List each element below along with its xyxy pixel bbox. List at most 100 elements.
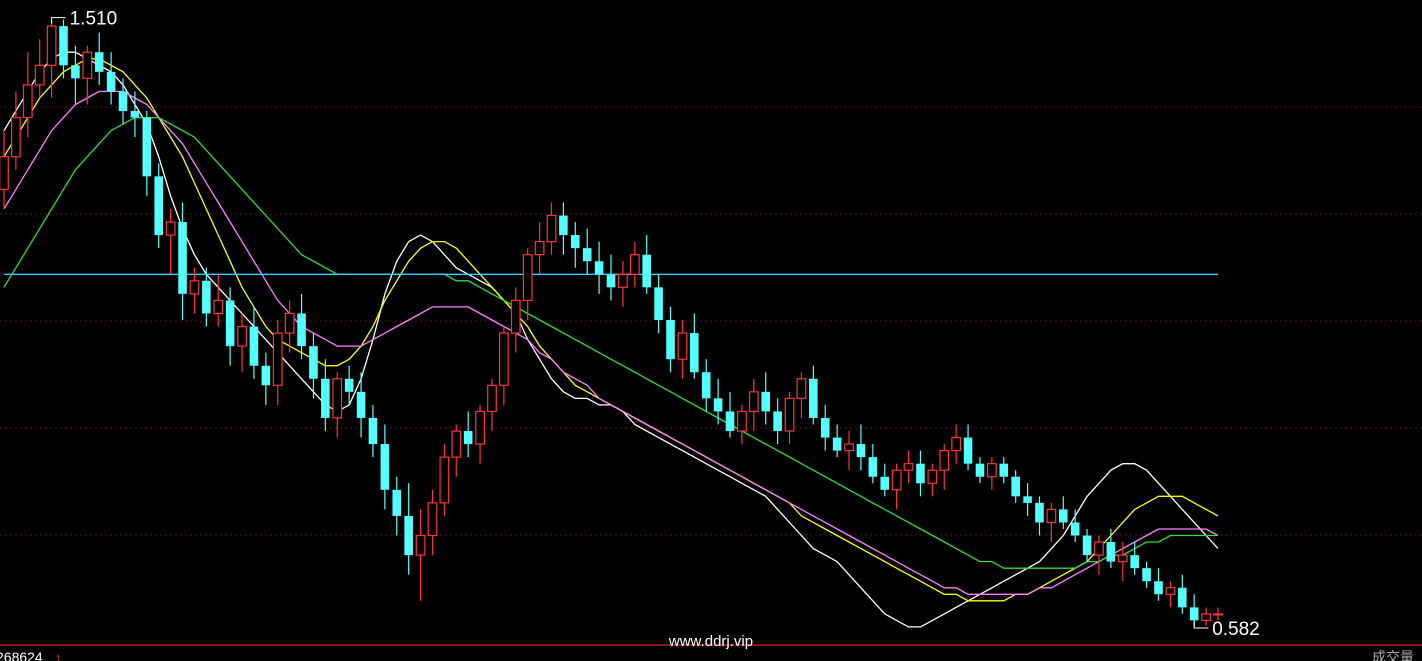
candle xyxy=(1046,502,1057,543)
candle xyxy=(11,91,21,170)
candle xyxy=(690,313,699,379)
candle-body xyxy=(178,222,187,294)
candle-body xyxy=(725,411,735,432)
candle xyxy=(487,378,497,432)
candle xyxy=(1035,496,1044,536)
moving-average-line-4 xyxy=(3,116,1218,569)
candle xyxy=(927,463,938,497)
candle xyxy=(427,489,438,556)
candle xyxy=(809,365,818,425)
candle-body xyxy=(368,417,378,445)
moving-average-lines xyxy=(3,51,1219,628)
candle xyxy=(975,457,985,484)
candle xyxy=(46,19,57,98)
candle xyxy=(654,274,663,334)
candle-body xyxy=(963,437,973,464)
candle-body xyxy=(130,111,140,118)
candle xyxy=(629,241,640,288)
candle-body xyxy=(677,332,688,360)
candle-body xyxy=(463,431,473,445)
candle xyxy=(571,222,580,268)
candle-body xyxy=(284,312,295,334)
candle-body xyxy=(0,156,9,190)
candle-body xyxy=(321,378,330,418)
candle-body xyxy=(618,273,628,288)
candle-body xyxy=(71,65,80,79)
candle xyxy=(618,261,628,307)
candle xyxy=(297,293,306,360)
low-price-label: 0.582 xyxy=(1212,619,1260,640)
candle-body xyxy=(11,116,21,158)
candle-body xyxy=(1154,581,1163,595)
candle-body xyxy=(487,384,497,413)
candle-body xyxy=(809,378,818,418)
candle xyxy=(404,483,413,575)
candle-body xyxy=(142,117,152,177)
candle-body xyxy=(439,456,450,504)
candle-body xyxy=(606,274,616,288)
candle-body xyxy=(309,346,318,379)
candle xyxy=(130,91,140,138)
candle xyxy=(1106,528,1116,569)
candle xyxy=(510,287,521,353)
candle xyxy=(249,306,259,379)
watermark-text: www.ddrj.vip xyxy=(668,633,753,650)
candle-body xyxy=(118,91,128,112)
candle-body xyxy=(1094,541,1104,556)
candle xyxy=(951,424,962,464)
candle xyxy=(534,222,545,275)
candle-body xyxy=(59,26,68,66)
candle-body xyxy=(154,176,164,236)
candle-body xyxy=(415,534,426,556)
candle xyxy=(368,404,378,458)
candle-body xyxy=(498,332,509,386)
candle-body xyxy=(1201,613,1211,622)
candle xyxy=(761,372,771,425)
candle xyxy=(392,476,402,536)
candle-body xyxy=(1058,509,1068,523)
candle-body xyxy=(856,444,866,458)
candle-body xyxy=(951,436,962,452)
candle-body xyxy=(344,378,354,392)
candle-body xyxy=(106,71,116,92)
candle-body xyxy=(1011,476,1020,497)
candle-body xyxy=(475,410,485,445)
candle xyxy=(356,372,366,438)
candle xyxy=(903,450,914,484)
candle-body xyxy=(213,299,224,315)
candle xyxy=(868,444,878,484)
candle-body xyxy=(272,332,283,386)
candle-body xyxy=(297,313,306,347)
candle xyxy=(999,457,1009,484)
candle xyxy=(748,378,759,432)
candle xyxy=(939,444,950,490)
candle-body xyxy=(225,300,235,347)
candle xyxy=(773,398,782,445)
candle-body xyxy=(629,254,640,275)
candle-body xyxy=(392,489,402,516)
candle xyxy=(118,78,128,125)
candle-body xyxy=(404,515,413,556)
candle xyxy=(642,235,651,294)
candle xyxy=(986,457,997,490)
candle xyxy=(498,326,509,405)
candle xyxy=(677,320,688,379)
candle xyxy=(844,431,854,471)
candle-body xyxy=(34,64,45,86)
candle xyxy=(463,411,473,458)
moving-average-line-1 xyxy=(3,51,1219,628)
candle xyxy=(796,372,807,418)
candle-body xyxy=(189,280,200,295)
candle-body xyxy=(1035,502,1044,523)
candle xyxy=(1201,607,1211,626)
candle xyxy=(213,274,224,327)
candle-body xyxy=(844,443,854,452)
candle xyxy=(522,248,533,320)
candle-body xyxy=(1046,508,1057,524)
candle-body xyxy=(22,84,33,119)
candle xyxy=(963,424,973,471)
candle-body xyxy=(522,254,533,302)
volume-label-fragment: 成交量 xyxy=(1372,649,1414,661)
candle-body xyxy=(332,378,343,419)
candle xyxy=(261,352,271,405)
